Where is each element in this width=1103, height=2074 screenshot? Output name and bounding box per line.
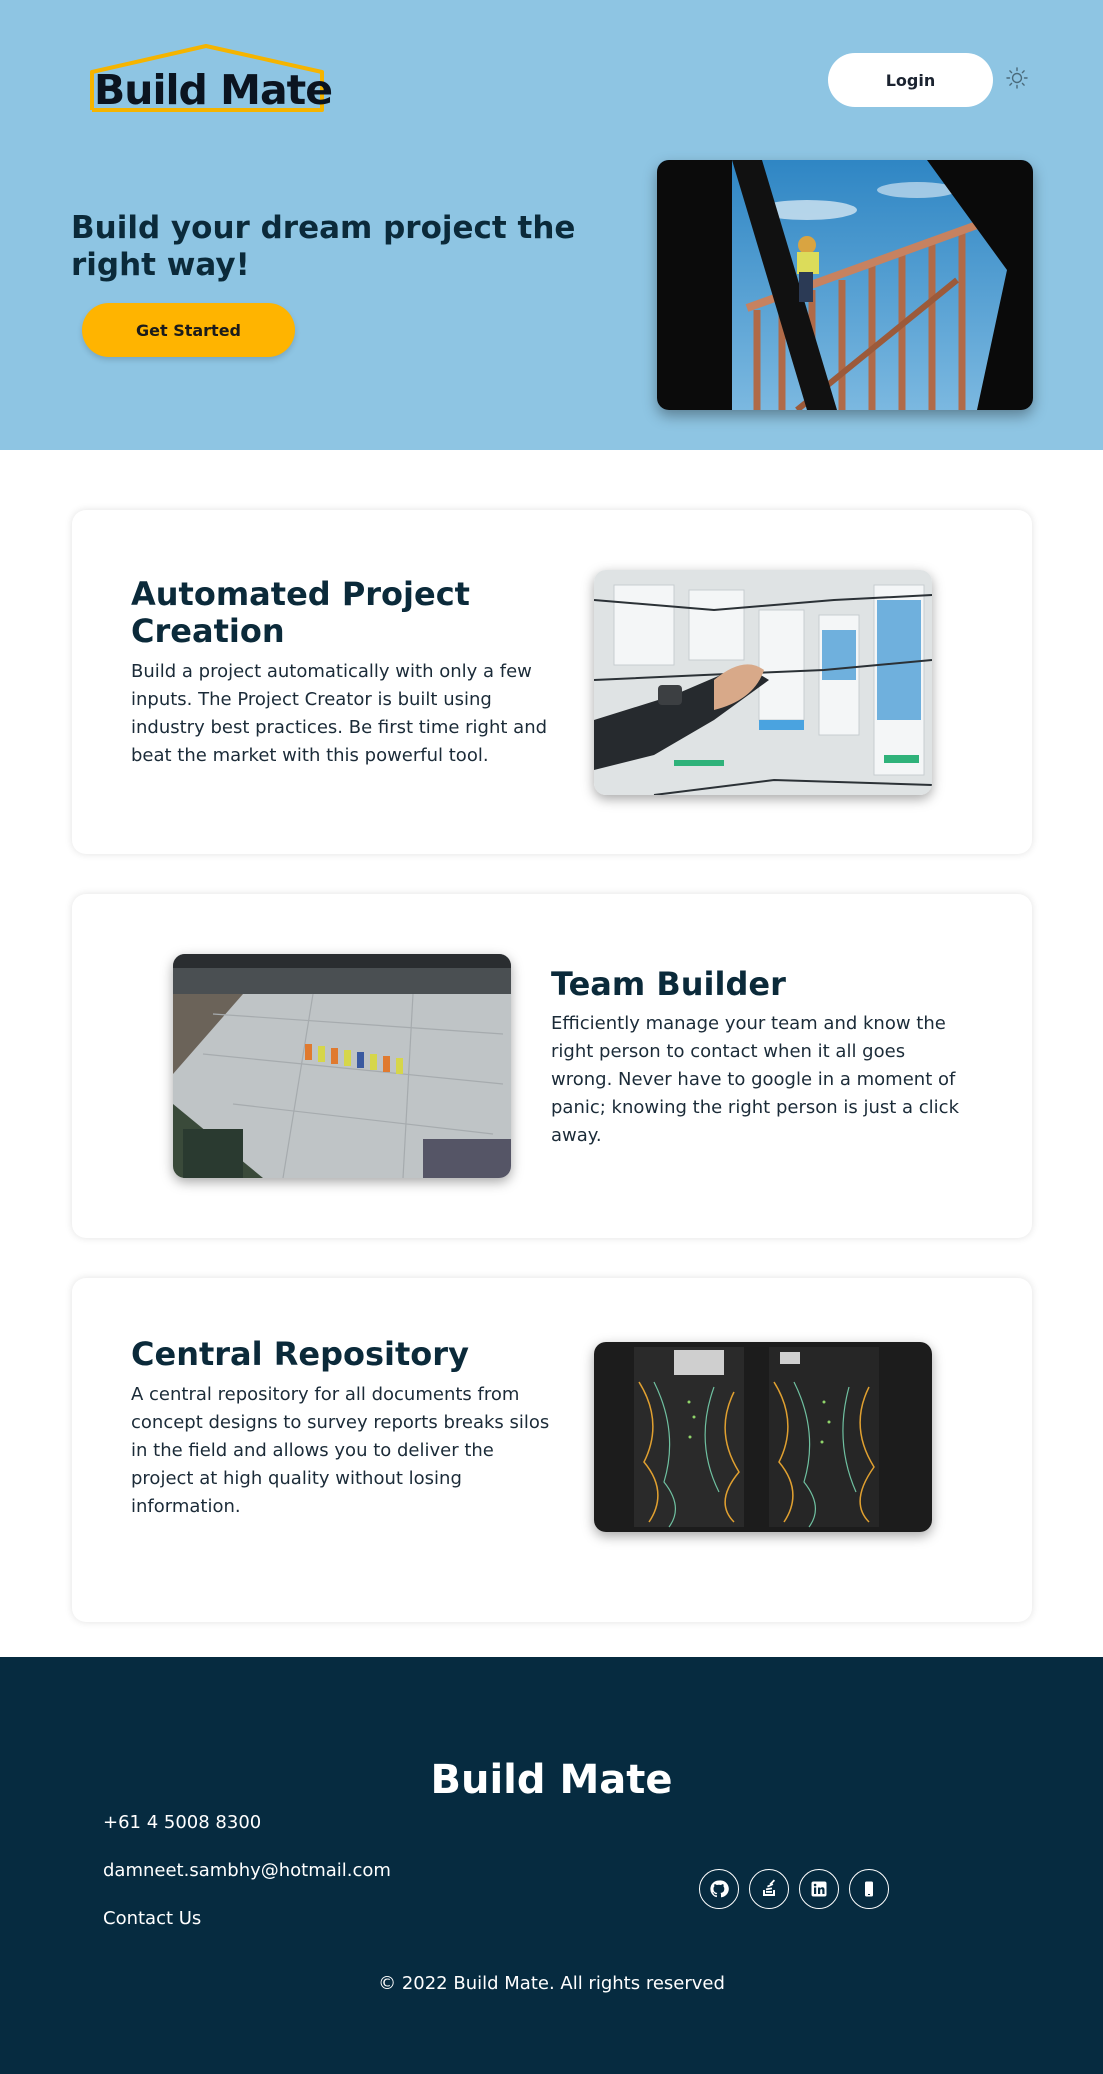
- feature-title: Automated Project Creation: [131, 575, 470, 650]
- hero-title: Build your dream project the right way!: [71, 210, 576, 283]
- feature-text: A central repository for all documents f…: [131, 1384, 550, 1517]
- logo-text: Build Mate: [94, 66, 333, 114]
- copyright: © 2022 Build Mate. All rights reserved: [378, 1973, 725, 1994]
- mobile-icon[interactable]: [849, 1869, 889, 1909]
- feature-title: Central Repository: [131, 1335, 469, 1373]
- feature-image-server-rack: [594, 1342, 932, 1532]
- feature-image-planning-board: [594, 570, 932, 795]
- hero-image-construction-worker: [657, 160, 1033, 410]
- stack-overflow-icon[interactable]: [749, 1869, 789, 1909]
- feature-card-team-builder: Team Builder Efficiently manage your tea…: [72, 894, 1032, 1238]
- footer-contact-link[interactable]: Contact Us: [103, 1908, 201, 1929]
- logo[interactable]: Build Mate: [88, 44, 333, 116]
- feature-text: Efficiently manage your team and know th…: [551, 1013, 960, 1146]
- footer-brand: Build Mate: [430, 1757, 673, 1803]
- feature-title: Team Builder: [551, 965, 786, 1003]
- sun-icon[interactable]: [1005, 66, 1029, 90]
- hero-section: Build Mate Login Build your dream projec…: [0, 0, 1103, 450]
- get-started-button[interactable]: Get Started: [82, 303, 295, 357]
- feature-card-central-repository: Central Repository A central repository …: [72, 1278, 1032, 1622]
- feature-card-project-creation: Automated Project Creation Build a proje…: [72, 510, 1032, 854]
- footer-phone[interactable]: +61 4 5008 8300: [103, 1812, 261, 1833]
- footer-email[interactable]: damneet.sambhy@hotmail.com: [103, 1860, 391, 1881]
- linkedin-icon[interactable]: [799, 1869, 839, 1909]
- footer: Build Mate +61 4 5008 8300 damneet.sambh…: [0, 1657, 1103, 2074]
- login-button[interactable]: Login: [828, 53, 993, 107]
- feature-image-construction-team: [173, 954, 511, 1178]
- feature-text: Build a project automatically with only …: [131, 661, 548, 766]
- social-links: [699, 1869, 889, 1909]
- github-icon[interactable]: [699, 1869, 739, 1909]
